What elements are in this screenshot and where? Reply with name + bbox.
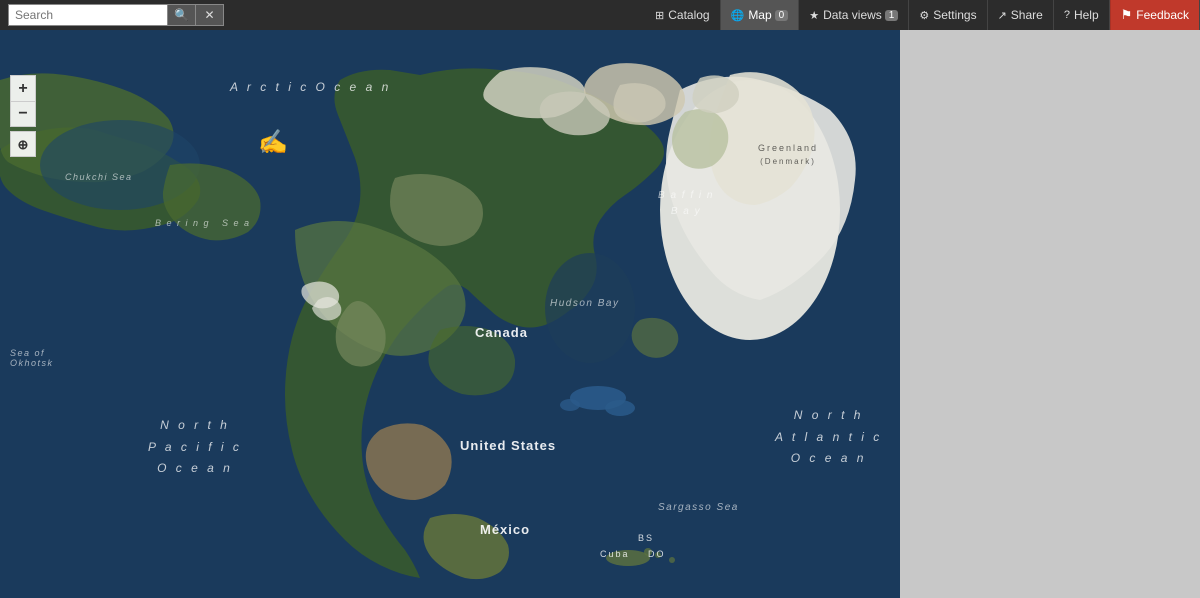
nav-share[interactable]: ↗ Share [988, 0, 1054, 30]
zoom-out-button[interactable]: − [10, 101, 36, 127]
locate-icon: ⊕ [18, 138, 29, 151]
clear-search-button[interactable]: ✕ [196, 4, 224, 26]
catalog-icon: ⊞ [655, 9, 664, 22]
map-badge: 0 [775, 10, 789, 21]
search-button[interactable]: 🔍 [168, 4, 196, 26]
navbar: 🔍 ✕ ⊞ Catalog 🌐 Map 0 ★ Data views 1 ⚙ S… [0, 0, 1200, 30]
right-panel [900, 30, 1200, 598]
search-area: 🔍 ✕ [8, 4, 224, 26]
data-views-label: Data views [823, 8, 882, 22]
zoom-controls: + − ⊕ [10, 75, 36, 157]
map-label: Map [748, 8, 771, 22]
nav-catalog[interactable]: ⊞ Catalog [645, 0, 721, 30]
settings-icon: ⚙ [919, 9, 929, 22]
nav-data-views[interactable]: ★ Data views 1 [799, 0, 909, 30]
map-container[interactable]: A r c t i c O c e a n Canada United Stat… [0, 30, 900, 598]
settings-label: Settings [933, 8, 976, 22]
share-icon: ↗ [998, 9, 1007, 22]
nav-right: ⊞ Catalog 🌐 Map 0 ★ Data views 1 ⚙ Setti… [645, 0, 1200, 30]
search-input[interactable] [8, 4, 168, 26]
catalog-label: Catalog [668, 8, 709, 22]
nav-feedback[interactable]: ⚑ Feedback [1110, 0, 1200, 30]
data-views-badge: 1 [885, 10, 899, 21]
nav-help[interactable]: ? Help [1054, 0, 1110, 30]
zoom-in-button[interactable]: + [10, 75, 36, 101]
feedback-label: Feedback [1136, 8, 1189, 22]
share-label: Share [1011, 8, 1043, 22]
help-label: Help [1074, 8, 1099, 22]
map-svg [0, 30, 900, 598]
locate-button[interactable]: ⊕ [10, 131, 36, 157]
nav-settings[interactable]: ⚙ Settings [909, 0, 987, 30]
feedback-icon: ⚑ [1121, 7, 1133, 23]
star-icon: ★ [809, 9, 819, 22]
clear-icon: ✕ [204, 8, 214, 22]
search-icon: 🔍 [174, 8, 189, 22]
help-icon: ? [1064, 9, 1070, 21]
nav-map[interactable]: 🌐 Map 0 [721, 0, 800, 30]
map-icon: 🌐 [731, 9, 745, 22]
